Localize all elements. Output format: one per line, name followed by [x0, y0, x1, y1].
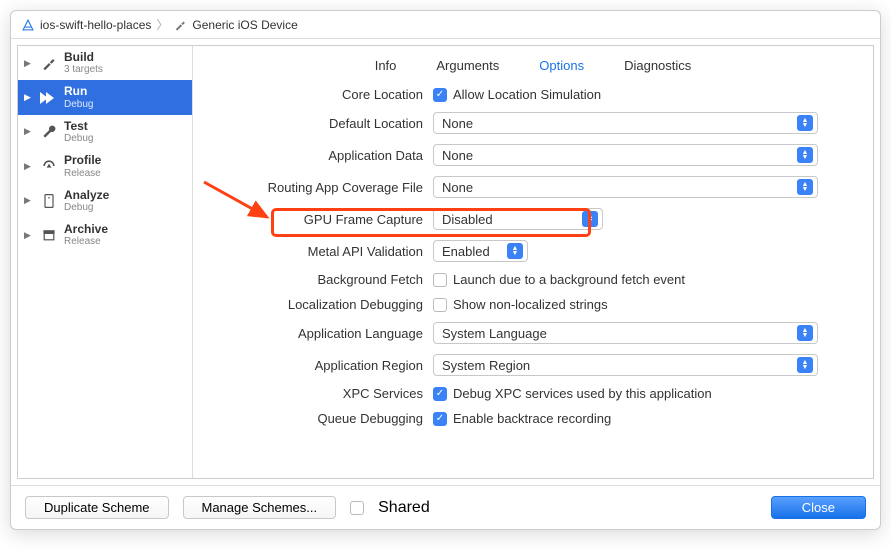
xpc-label: XPC Services [218, 386, 423, 401]
bg-fetch-label: Background Fetch [218, 272, 423, 287]
run-icon [40, 89, 58, 107]
hammer-icon [40, 54, 58, 72]
sidebar-item-run[interactable]: ▶ RunDebug [18, 80, 192, 114]
chevron-updown-icon: ▲▼ [797, 357, 813, 373]
app-data-select[interactable]: None ▲▼ [433, 144, 818, 166]
metal-label: Metal API Validation [218, 244, 423, 259]
chevron-updown-icon: ▲▼ [797, 179, 813, 195]
chevron-updown-icon: ▲▼ [797, 147, 813, 163]
bg-fetch-checkbox[interactable] [433, 273, 447, 287]
chevron-right-icon: ▶ [24, 230, 34, 241]
sidebar-item-test[interactable]: ▶ TestDebug [18, 115, 192, 149]
shared-checkbox[interactable] [350, 501, 364, 515]
chevron-right-icon: ▶ [24, 195, 34, 206]
routing-label: Routing App Coverage File [218, 180, 423, 195]
chevron-right-icon: ▶ [24, 126, 34, 137]
footer: Duplicate Scheme Manage Schemes... Share… [11, 485, 880, 529]
shared-label: Shared [378, 499, 430, 517]
analyze-icon [40, 192, 58, 210]
chevron-updown-icon: ▲▼ [582, 211, 598, 227]
sidebar-item-build[interactable]: ▶ Build3 targets [18, 46, 192, 80]
allow-location-checkbox[interactable]: ✓ [433, 88, 447, 102]
chevron-right-icon: ▶ [24, 92, 34, 103]
app-region-label: Application Region [218, 358, 423, 373]
content-panel: Info Arguments Options Diagnostics Core … [193, 46, 873, 478]
gauge-icon [40, 157, 58, 175]
tab-options[interactable]: Options [539, 58, 584, 73]
loc-debug-checkbox[interactable] [433, 298, 447, 312]
breadcrumb[interactable]: ios-swift-hello-places 〉 Generic iOS Dev… [11, 11, 880, 39]
chevron-updown-icon: ▲▼ [797, 115, 813, 131]
gpu-frame-capture-select[interactable]: Disabled ▲▼ [433, 208, 603, 230]
scheme-sidebar: ▶ Build3 targets ▶ RunDebug ▶ TestDebug … [18, 46, 193, 478]
default-location-label: Default Location [218, 116, 423, 131]
tab-bar: Info Arguments Options Diagnostics [193, 46, 873, 81]
hammer-icon [173, 17, 187, 32]
sidebar-item-archive[interactable]: ▶ ArchiveRelease [18, 218, 192, 252]
breadcrumb-device[interactable]: Generic iOS Device [192, 18, 297, 32]
app-data-label: Application Data [218, 148, 423, 163]
xcode-project-icon [21, 17, 35, 32]
manage-schemes-button[interactable]: Manage Schemes... [183, 496, 337, 519]
loc-debug-label: Localization Debugging [218, 297, 423, 312]
options-form: Core Location ✓ Allow Location Simulatio… [193, 81, 873, 442]
metal-select[interactable]: Enabled ▲▼ [433, 240, 528, 262]
chevron-updown-icon: ▲▼ [797, 325, 813, 341]
queue-label: Queue Debugging [218, 411, 423, 426]
gpu-frame-capture-label: GPU Frame Capture [218, 212, 423, 227]
duplicate-scheme-button[interactable]: Duplicate Scheme [25, 496, 169, 519]
breadcrumb-project[interactable]: ios-swift-hello-places [40, 18, 151, 32]
breadcrumb-separator: 〉 [156, 16, 168, 33]
sidebar-item-profile[interactable]: ▶ ProfileRelease [18, 149, 192, 183]
app-lang-select[interactable]: System Language ▲▼ [433, 322, 818, 344]
tab-diagnostics[interactable]: Diagnostics [624, 58, 691, 73]
app-lang-label: Application Language [218, 326, 423, 341]
routing-select[interactable]: None ▲▼ [433, 176, 818, 198]
chevron-right-icon: ▶ [24, 58, 34, 69]
sidebar-item-analyze[interactable]: ▶ AnalyzeDebug [18, 184, 192, 218]
chevron-right-icon: ▶ [24, 161, 34, 172]
xpc-checkbox[interactable]: ✓ [433, 387, 447, 401]
default-location-select[interactable]: None ▲▼ [433, 112, 818, 134]
tab-info[interactable]: Info [375, 58, 397, 73]
core-location-label: Core Location [218, 87, 423, 102]
archive-icon [40, 226, 58, 244]
wrench-icon [40, 123, 58, 141]
main-area: ▶ Build3 targets ▶ RunDebug ▶ TestDebug … [17, 45, 874, 479]
chevron-updown-icon: ▲▼ [507, 243, 523, 259]
allow-location-text: Allow Location Simulation [453, 87, 601, 102]
scheme-editor-window: ios-swift-hello-places 〉 Generic iOS Dev… [10, 10, 881, 530]
xpc-text: Debug XPC services used by this applicat… [453, 386, 712, 401]
queue-checkbox[interactable]: ✓ [433, 412, 447, 426]
app-region-select[interactable]: System Region ▲▼ [433, 354, 818, 376]
close-button[interactable]: Close [771, 496, 866, 519]
bg-fetch-text: Launch due to a background fetch event [453, 272, 685, 287]
tab-arguments[interactable]: Arguments [436, 58, 499, 73]
queue-text: Enable backtrace recording [453, 411, 611, 426]
loc-debug-text: Show non-localized strings [453, 297, 608, 312]
